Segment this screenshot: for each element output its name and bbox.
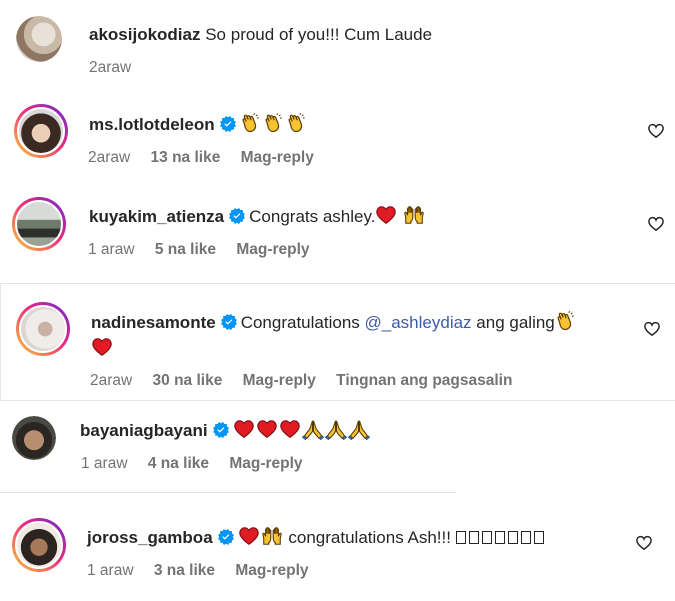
avatar[interactable] <box>12 197 66 251</box>
comment-item: bayaniagbayani 1 araw 4 na like Mag-repl… <box>0 400 675 492</box>
comment-time[interactable]: 2araw <box>89 59 131 76</box>
comment-item: ms.lotlotdeleon 2araw 13 na like Mag-rep… <box>0 90 675 185</box>
folded-hands-emoji <box>302 418 324 440</box>
verified-badge-icon <box>213 422 229 438</box>
red-heart-emoji <box>233 418 255 440</box>
comment-text: congratulations Ash!!! <box>288 528 451 547</box>
verified-badge-icon <box>221 314 237 330</box>
like-heart-icon[interactable] <box>647 215 665 233</box>
comment-item: kuyakim_atienza Congrats ashley. 1 araw 5… <box>0 185 675 283</box>
raising-hands-emoji <box>403 204 425 226</box>
comment-username[interactable]: bayaniagbayani <box>80 421 208 440</box>
raising-hands-emoji <box>261 525 283 547</box>
clapping-hands-emoji <box>555 310 577 332</box>
comment-username[interactable]: ms.lotlotdeleon <box>89 115 215 134</box>
verified-badge-icon <box>218 529 234 545</box>
clapping-hands-emoji <box>240 112 262 134</box>
avatar[interactable] <box>12 518 66 572</box>
comment-text: ang galing <box>476 313 555 332</box>
comment-item: akosijokodiaz So proud of you!!! Cum Lau… <box>0 0 675 90</box>
avatar[interactable] <box>14 104 68 158</box>
verified-badge-icon <box>229 208 245 224</box>
comment-item: nadinesamonte Congratulations @_ashleydia… <box>0 283 675 400</box>
red-heart-emoji <box>256 418 278 440</box>
avatar[interactable] <box>16 16 62 62</box>
comment-item: joross_gamboa congratulations Ash!!! 1 a… <box>0 492 675 601</box>
red-heart-emoji <box>91 336 113 358</box>
reply-button[interactable]: Mag-reply <box>241 149 314 166</box>
comment-username[interactable]: kuyakim_atienza <box>89 207 224 226</box>
reply-button[interactable]: Mag-reply <box>236 241 309 258</box>
red-heart-emoji <box>279 418 301 440</box>
like-count[interactable]: 13 na like <box>151 149 221 166</box>
like-heart-icon[interactable] <box>643 320 661 338</box>
like-count[interactable]: 5 na like <box>155 241 216 258</box>
comment-text: So proud of you!!! Cum Laude <box>205 25 433 44</box>
comment-username[interactable]: akosijokodiaz <box>89 25 200 44</box>
comment-time[interactable]: 1 araw <box>87 562 134 579</box>
verified-badge-icon <box>220 116 236 132</box>
comment-username[interactable]: nadinesamonte <box>91 313 216 332</box>
comment-time[interactable]: 1 araw <box>88 241 135 258</box>
avatar[interactable] <box>16 302 70 356</box>
clapping-hands-emoji <box>286 112 308 134</box>
folded-hands-emoji <box>325 418 347 440</box>
reply-button[interactable]: Mag-reply <box>229 455 302 472</box>
avatar[interactable] <box>12 416 56 460</box>
comment-time[interactable]: 2araw <box>90 372 132 389</box>
like-count[interactable]: 3 na like <box>154 562 215 579</box>
clapping-hands-emoji <box>263 112 285 134</box>
like-heart-icon[interactable] <box>635 534 653 552</box>
comment-time[interactable]: 2araw <box>88 149 130 166</box>
comment-username[interactable]: joross_gamboa <box>87 528 213 547</box>
red-heart-emoji <box>375 204 397 226</box>
reply-button[interactable]: Mag-reply <box>243 372 316 389</box>
comment-text: Congratulations <box>240 313 360 332</box>
red-heart-emoji <box>238 525 260 547</box>
like-heart-icon[interactable] <box>647 122 665 140</box>
comment-text: Congrats ashley. <box>249 207 376 226</box>
see-translation-link[interactable]: Tingnan ang pagsasalin <box>336 372 512 389</box>
comment-time[interactable]: 1 araw <box>81 455 128 472</box>
mention-link[interactable]: @_ashleydiaz <box>365 313 472 332</box>
like-count[interactable]: 4 na like <box>148 455 209 472</box>
unrendered-glyphs <box>455 528 547 547</box>
folded-hands-emoji <box>348 418 370 440</box>
reply-button[interactable]: Mag-reply <box>235 562 308 579</box>
like-count[interactable]: 30 na like <box>153 372 223 389</box>
